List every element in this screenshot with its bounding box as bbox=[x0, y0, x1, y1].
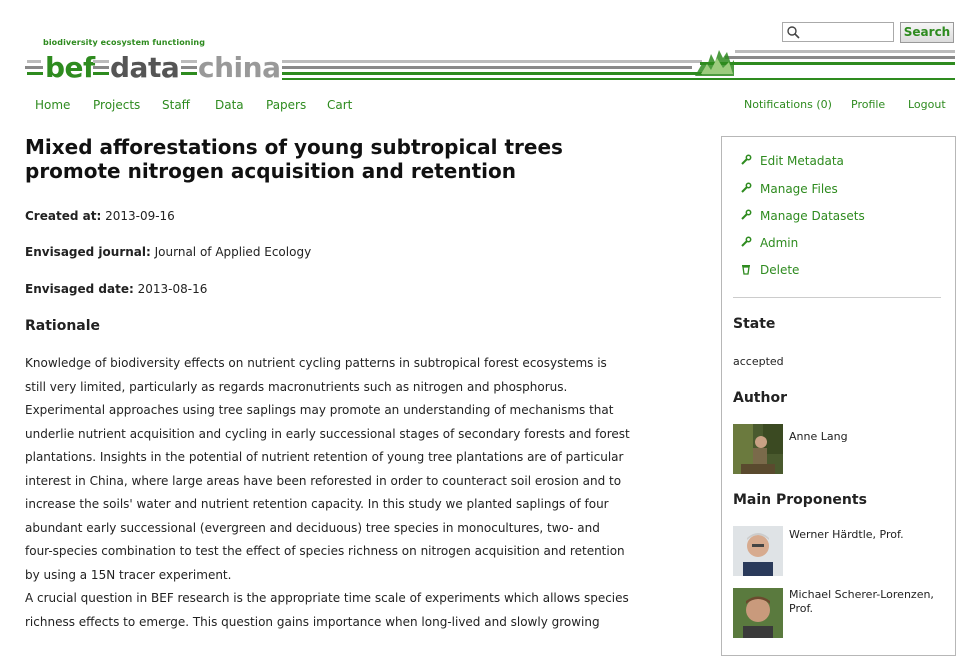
wrench-icon bbox=[741, 182, 752, 193]
manage-files-link[interactable]: Manage Files bbox=[740, 182, 838, 196]
nav-logout[interactable]: Logout bbox=[908, 98, 946, 111]
site-header: biodiversity ecosystem functioning bef d… bbox=[0, 0, 975, 90]
logo-stripe bbox=[27, 60, 41, 63]
manage-datasets-label: Manage Datasets bbox=[760, 209, 865, 223]
admin-link[interactable]: Admin bbox=[740, 236, 798, 250]
proponents-heading: Main Proponents bbox=[733, 492, 867, 508]
proponent-name: Werner Härdtle, Prof. bbox=[789, 528, 904, 541]
paper-details: Mixed afforestations of young subtropica… bbox=[25, 132, 635, 629]
state-heading: State bbox=[733, 316, 776, 332]
logo-stripe bbox=[25, 66, 43, 69]
admin-label: Admin bbox=[760, 236, 799, 250]
manage-datasets-link[interactable]: Manage Datasets bbox=[740, 209, 865, 223]
page-title: Mixed afforestations of young subtropica… bbox=[25, 135, 563, 183]
search-icon bbox=[787, 26, 800, 39]
rationale-paragraph: Knowledge of biodiversity effects on nut… bbox=[25, 356, 630, 582]
logo-stripe bbox=[93, 66, 109, 69]
logo-stripe bbox=[181, 66, 197, 69]
wrench-icon bbox=[741, 209, 752, 220]
logo-stripe bbox=[93, 60, 109, 63]
envisaged-journal: Envisaged journal: Journal of Applied Ec… bbox=[25, 245, 311, 259]
sidebar-divider bbox=[733, 297, 941, 298]
journal-label: Envisaged journal: bbox=[25, 245, 151, 259]
logo-china: china bbox=[198, 51, 281, 84]
edit-metadata-link[interactable]: Edit Metadata bbox=[740, 154, 844, 168]
avatar bbox=[733, 526, 783, 576]
site-tagline: biodiversity ecosystem functioning bbox=[43, 38, 206, 47]
wrench-icon bbox=[741, 154, 752, 165]
edit-metadata-label: Edit Metadata bbox=[760, 154, 844, 168]
nav-papers[interactable]: Papers bbox=[266, 98, 306, 112]
logo-stripe bbox=[181, 60, 197, 63]
state-value: accepted bbox=[733, 355, 784, 368]
date-label: Envisaged date: bbox=[25, 282, 134, 296]
logo-data: data bbox=[110, 51, 180, 84]
wrench-icon bbox=[741, 236, 752, 247]
envisaged-date: Envisaged date: 2013-08-16 bbox=[25, 282, 207, 296]
created-label: Created at: bbox=[25, 209, 102, 223]
author-name: Anne Lang bbox=[789, 430, 848, 443]
avatar bbox=[733, 588, 783, 638]
rationale-heading: Rationale bbox=[25, 318, 101, 334]
avatar bbox=[733, 424, 783, 474]
journal-value: Journal of Applied Ecology bbox=[154, 245, 312, 259]
search-input[interactable] bbox=[801, 24, 889, 40]
nav-home[interactable]: Home bbox=[35, 98, 70, 112]
date-value: 2013-08-16 bbox=[137, 282, 208, 296]
nav-cart[interactable]: Cart bbox=[327, 98, 352, 112]
logo-stripe bbox=[181, 72, 197, 75]
paper-sidebar: Edit Metadata Manage Files Manage Datase… bbox=[721, 136, 956, 656]
created-at: Created at: 2013-09-16 bbox=[25, 209, 175, 223]
trash-icon bbox=[742, 265, 750, 275]
logo-stripe bbox=[93, 72, 109, 75]
nav-data[interactable]: Data bbox=[215, 98, 244, 112]
author-heading: Author bbox=[733, 390, 787, 406]
delete-label: Delete bbox=[760, 263, 800, 277]
search-button[interactable]: Search bbox=[900, 22, 954, 43]
proponent-name: Michael Scherer-Lorenzen, Prof. bbox=[789, 588, 934, 615]
logo-bef: bef bbox=[45, 51, 95, 84]
nav-staff[interactable]: Staff bbox=[162, 98, 190, 112]
nav-notifications[interactable]: Notifications (0) bbox=[744, 98, 832, 111]
created-value: 2013-09-16 bbox=[105, 209, 175, 223]
site-logo[interactable]: bef data china bbox=[25, 52, 955, 84]
manage-files-label: Manage Files bbox=[760, 182, 838, 196]
nav-profile[interactable]: Profile bbox=[851, 98, 885, 111]
logo-stripe bbox=[27, 72, 43, 75]
rationale-paragraph: A crucial question in BEF research is th… bbox=[25, 591, 629, 629]
search-box[interactable] bbox=[782, 22, 894, 42]
delete-link[interactable]: Delete bbox=[740, 263, 799, 277]
nav-projects[interactable]: Projects bbox=[93, 98, 140, 112]
